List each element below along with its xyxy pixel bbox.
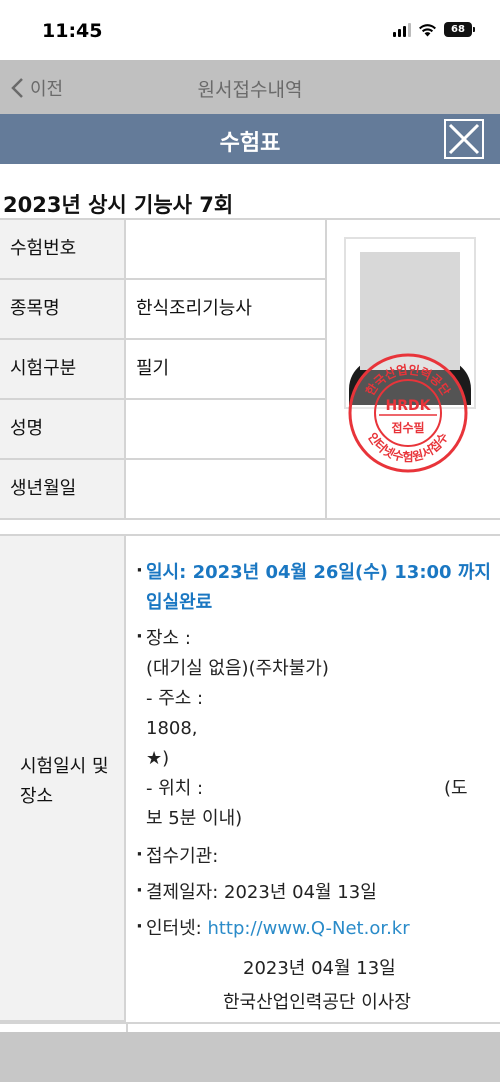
receiving-org-item: 접수기관: xyxy=(136,840,219,872)
info-row-name: 성명 xyxy=(0,400,325,460)
payment-date: 결제일자: 2023년 04월 13일 xyxy=(146,882,377,903)
info-value: 한식조리기능사 xyxy=(136,298,252,319)
issuer-name: 한국산업인력공단 이사장 xyxy=(223,992,411,1013)
section-gap xyxy=(0,520,500,534)
status-icons: 68 xyxy=(393,22,475,37)
info-label: 수험번호 xyxy=(0,220,126,278)
approval-stamp-seal: 한국산업인력공단 인터넷수험원서접수 HRDK 접수필 xyxy=(348,353,468,473)
info-label: 종목명 xyxy=(0,280,126,338)
place-value: (대기실 없음)(주차불가) xyxy=(146,658,329,679)
photo-cell: 한국산업인력공단 인터넷수험원서접수 HRDK 접수필 xyxy=(325,220,500,518)
status-time: 11:45 xyxy=(42,20,103,42)
admission-ticket-modal: 수험표 2023년 상시 기능사 7회 수험번호 종목명 한식조리기능사 시험구… xyxy=(0,114,500,1032)
info-label: 성명 xyxy=(0,400,126,458)
place-label: 장소 : xyxy=(146,628,191,649)
location-label: - 위치 : xyxy=(146,778,204,799)
status-bar: 11:45 68 xyxy=(0,0,500,60)
stamp-center: 접수필 xyxy=(391,420,424,435)
next-row-divider xyxy=(126,1022,128,1032)
wifi-icon xyxy=(419,23,436,36)
place-item: 장소 : xyxy=(136,622,191,654)
stamp-logo: HRDK xyxy=(386,398,432,414)
schedule-label-line1: 시험일시 및 xyxy=(20,756,109,777)
close-button[interactable] xyxy=(444,119,484,159)
bottom-bar xyxy=(0,1032,500,1082)
location-tail: (도 xyxy=(444,778,468,799)
info-label: 생년월일 xyxy=(0,460,126,518)
signal-icon xyxy=(393,22,411,37)
next-row-border xyxy=(0,1022,500,1032)
qnet-link[interactable]: http://www.Q-Net.or.kr xyxy=(207,918,409,939)
close-icon xyxy=(448,123,480,155)
address-tail: ★) xyxy=(146,748,170,769)
payment-date-item: 결제일자: 2023년 04월 13일 xyxy=(136,876,377,908)
exam-datetime: 일시: 2023년 04월 26일(수) 13:00 까지 xyxy=(136,556,491,588)
modal-header: 수험표 xyxy=(0,114,500,164)
info-value: 필기 xyxy=(136,358,170,379)
modal-title: 수험표 xyxy=(219,131,281,156)
info-row-exam-number: 수험번호 xyxy=(0,220,325,280)
info-label: 시험구분 xyxy=(0,340,126,398)
battery-icon: 68 xyxy=(444,22,475,37)
exam-datetime-line1: 일시: 2023년 04월 26일(수) 13:00 까지 xyxy=(146,562,491,583)
info-row-exam-type: 시험구분 필기 xyxy=(0,340,325,400)
address-label: - 주소 : xyxy=(146,688,204,709)
exam-title: 2023년 상시 기능사 7회 xyxy=(3,193,234,217)
internet-item: 인터넷: http://www.Q-Net.or.kr xyxy=(136,912,410,944)
schedule-label-cell: 시험일시 및 장소 xyxy=(0,536,126,1022)
schedule-label-line2: 장소 xyxy=(20,786,54,807)
schedule-section: 시험일시 및 장소 일시: 2023년 04월 26일(수) 13:00 까지 … xyxy=(0,534,500,1032)
internet-label: 인터넷: xyxy=(146,918,208,939)
info-row-subject: 종목명 한식조리기능사 xyxy=(0,280,325,340)
receiving-org-label: 접수기관: xyxy=(146,846,219,867)
address-value: 1808, xyxy=(146,718,198,739)
issue-date: 2023년 04월 13일 xyxy=(243,958,396,979)
schedule-label: 시험일시 및 장소 xyxy=(20,752,120,812)
info-row-birthdate: 생년월일 xyxy=(0,460,325,518)
location-line2: 보 5분 이내) xyxy=(146,808,243,829)
info-table: 수험번호 종목명 한식조리기능사 시험구분 필기 성명 생년월일 한국산업인력공… xyxy=(0,218,500,520)
exam-datetime-line2: 입실완료 xyxy=(146,592,213,613)
